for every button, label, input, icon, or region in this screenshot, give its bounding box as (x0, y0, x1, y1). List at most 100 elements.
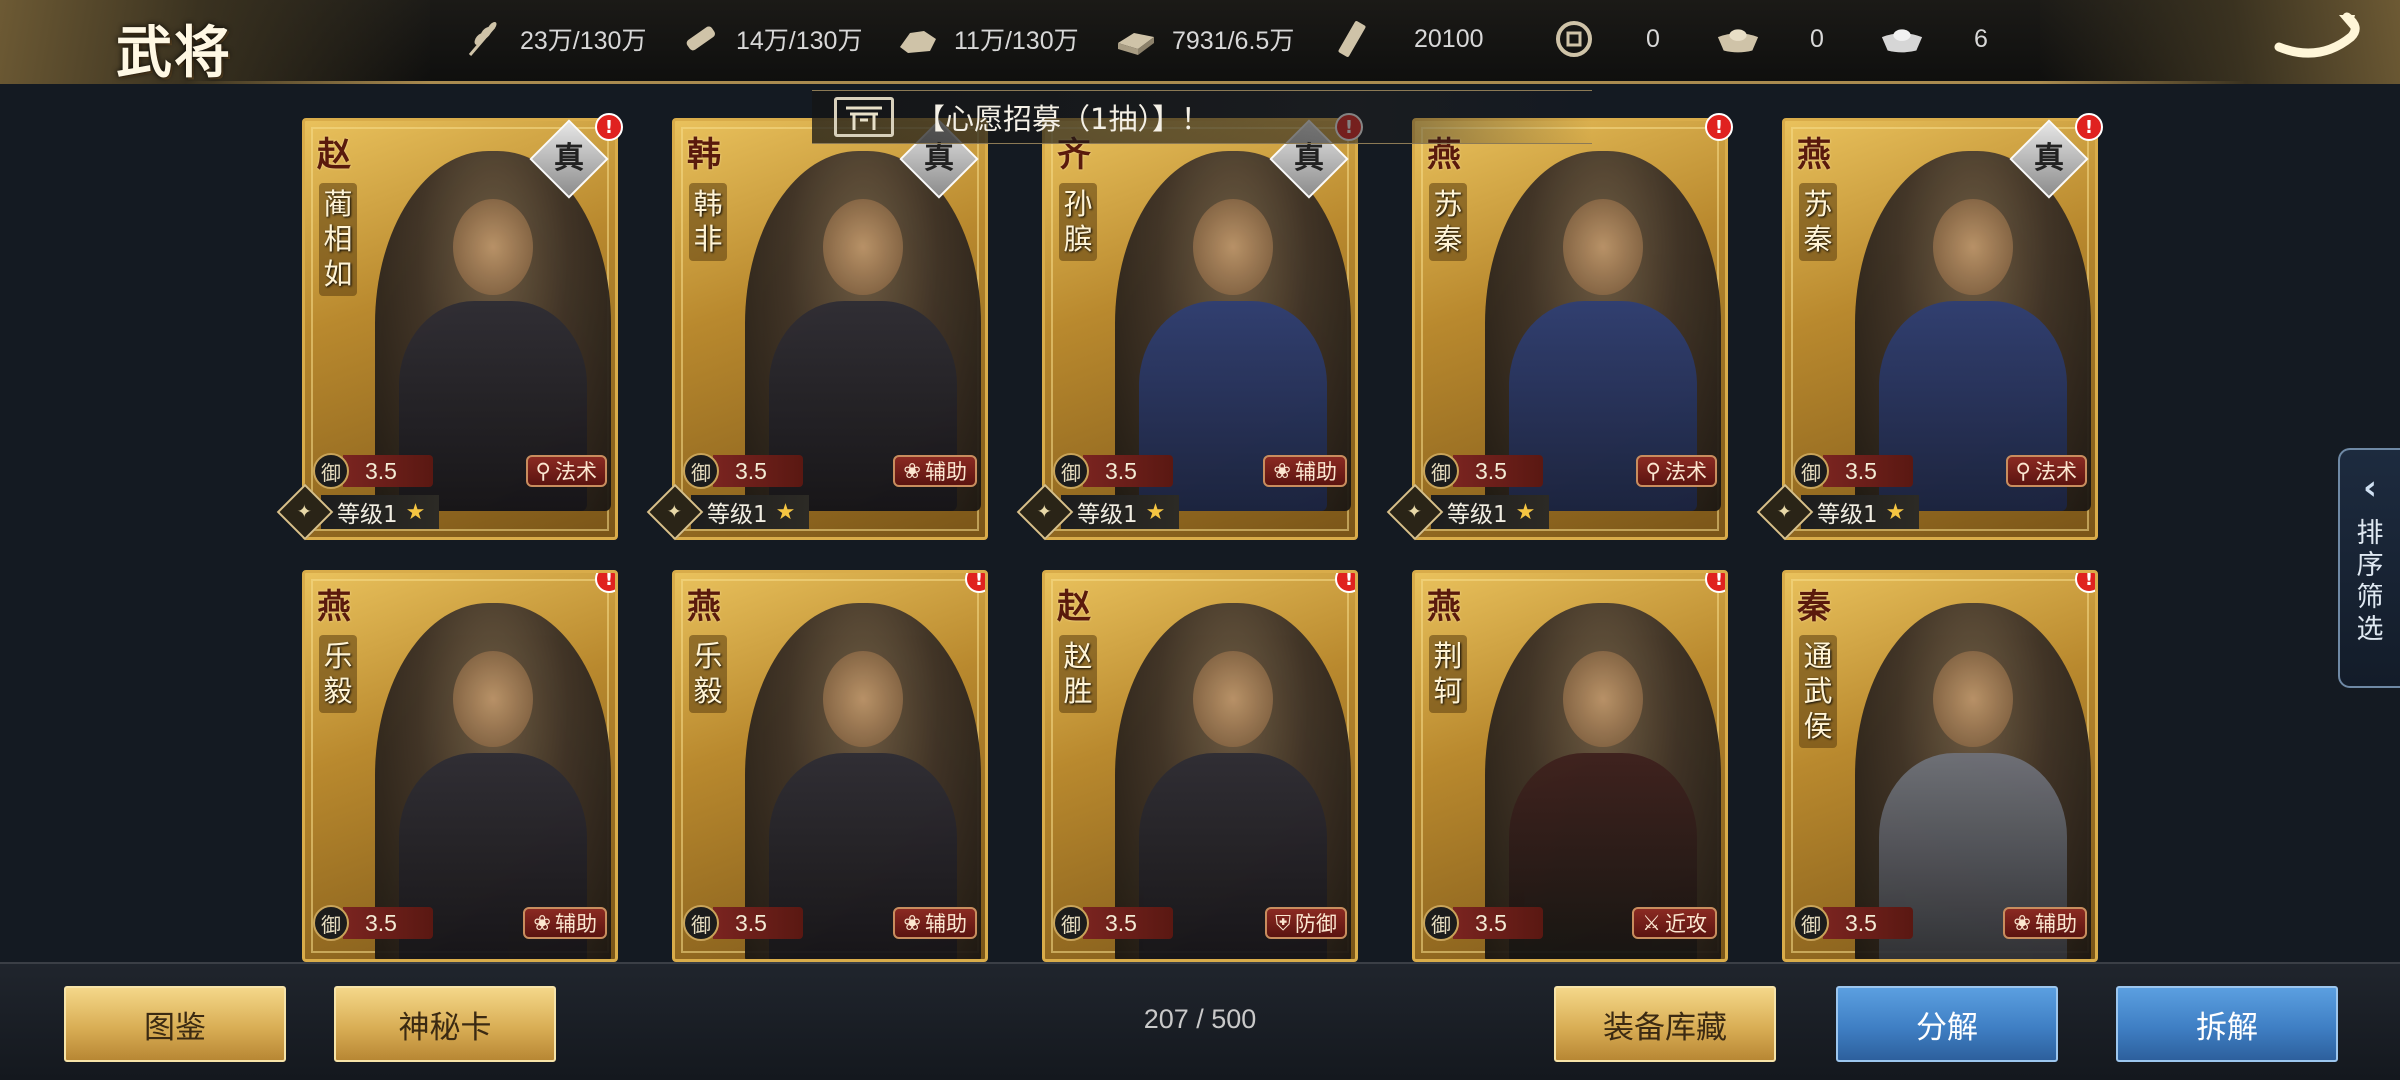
general-name: 乐毅 (689, 635, 727, 713)
rating-value: 3.5 (1083, 907, 1173, 939)
back-button[interactable] (2266, 10, 2372, 74)
general-card[interactable]: 赵蔺相如 真御 3.5 ⚲ 法术 ✦ 等级1 ★! (276, 113, 623, 541)
role-badge: ⚲ 法术 (525, 455, 607, 487)
recruit-notice-banner[interactable]: 【心愿招募（1抽）】！ (812, 90, 1592, 144)
silver-ingot-icon (1880, 17, 1924, 61)
role-icon: ❀ (903, 911, 921, 935)
role-icon: ❀ (1273, 459, 1291, 483)
general-card[interactable]: 齐孙膑真御3.5❀辅助✦等级1★! (1016, 113, 1363, 541)
role-label: 法术 (1665, 460, 1707, 484)
general-card[interactable]: 秦通武侯御 3.5 ❀ 辅助! (1782, 570, 2098, 962)
alert-badge-icon: ! (2075, 113, 2103, 141)
resource-grain[interactable]: 23万/130万 (462, 14, 646, 64)
role-label: 辅助 (925, 912, 967, 936)
gate-icon (834, 97, 894, 137)
level-label: 等级1 (1077, 502, 1138, 528)
codex-button[interactable]: 图鉴 (64, 986, 286, 1062)
rating-value: 3.5 (1823, 907, 1913, 939)
equipment-storage-button[interactable]: 装备库藏 (1554, 986, 1776, 1062)
general-name: 通武侯 (1799, 635, 1837, 748)
general-name: 孙膑 (1059, 183, 1097, 261)
rating-value: 3.5 (713, 455, 803, 487)
defense-rating: 御 3.5 (313, 905, 433, 941)
resource-iron[interactable]: 7931/6.5万 (1114, 14, 1294, 64)
dismantle-button[interactable]: 拆解 (2116, 986, 2338, 1062)
general-name: 赵胜 (1059, 635, 1097, 713)
defense-icon: 御 (1793, 905, 1829, 941)
role-label: 近攻 (1665, 912, 1707, 936)
role-label: 辅助 (925, 460, 967, 484)
star-icon: ★ (1515, 499, 1536, 525)
resource-gold-ingot[interactable]: 0 (1716, 14, 1824, 64)
true-badge-label: 真 (554, 141, 584, 176)
role-label: 法术 (555, 460, 597, 484)
chevron-left-icon: ‹ (2362, 468, 2377, 508)
defense-icon: 御 (1423, 905, 1459, 941)
general-name: 乐毅 (319, 635, 357, 713)
resource-value: 0 (1646, 24, 1660, 53)
decompose-button[interactable]: 分解 (1836, 986, 2058, 1062)
general-card[interactable]: 燕荆轲御 3.5 ⚔ 近攻! (1412, 570, 1728, 962)
state-label: 燕 (1427, 587, 1461, 627)
role-badge: ❀ 辅助 (893, 455, 977, 487)
general-card[interactable]: 赵赵胜御 3.5 ⛨ 防御! (1042, 570, 1358, 962)
defense-rating: 御 3.5 (683, 905, 803, 941)
back-arrow-icon (2271, 7, 2367, 77)
alert-badge-icon: ! (1705, 113, 1733, 141)
general-card[interactable]: 燕乐毅御 3.5 ❀ 辅助! (672, 570, 988, 962)
defense-icon: 御 (1053, 905, 1089, 941)
role-icon: ⛨ (1275, 910, 1291, 935)
level-row: ✦ 等级1 ★ (276, 483, 521, 541)
state-label: 赵 (317, 135, 351, 175)
resource-silver-ingot[interactable]: 6 (1880, 14, 1988, 64)
defense-rating: 御 3.5 (1793, 453, 1913, 489)
defense-rating: 御 3.5 (683, 453, 803, 489)
role-label: 辅助 (1295, 460, 1337, 484)
role-icon: ❀ (533, 911, 551, 935)
rating-value: 3.5 (1083, 455, 1173, 487)
mystery-card-button[interactable]: 神秘卡 (334, 986, 556, 1062)
role-badge: ⚲ 法术 (2005, 455, 2087, 487)
resource-wood[interactable]: 14万/130万 (678, 14, 862, 64)
state-label: 燕 (317, 587, 351, 627)
resource-value: 20100 (1414, 24, 1484, 53)
page-title: 武将 (116, 20, 232, 86)
general-name: 苏秦 (1799, 183, 1837, 261)
rating-value: 3.5 (713, 907, 803, 939)
resource-value: 0 (1810, 24, 1824, 53)
defense-rating: 御 3.5 (313, 453, 433, 489)
general-name: 荆轲 (1429, 635, 1467, 713)
resource-copper-coin[interactable]: 0 (1552, 14, 1660, 64)
state-label: 燕 (687, 587, 721, 627)
resource-command-token[interactable]: 20100 (1330, 14, 1484, 64)
role-badge: ⛨ 防御 (1265, 907, 1347, 939)
general-card[interactable]: 燕乐毅御 3.5 ❀ 辅助! (302, 570, 618, 962)
level-label: 等级1 (337, 502, 398, 528)
level-row: ✦ 等级1 ★ (1386, 483, 1631, 541)
general-name: 韩非 (689, 183, 727, 261)
role-icon: ❀ (2013, 911, 2031, 935)
general-card[interactable]: 燕苏秦御 3.5 ⚲ 法术 ✦ 等级1 ★! (1386, 113, 1733, 541)
sort-filter-label: 排序筛选 (2356, 518, 2384, 645)
resource-value: 14万/130万 (736, 27, 863, 55)
notice-text: 【心愿招募（1抽）】！ (916, 102, 1210, 136)
true-badge-label: 真 (2034, 141, 2064, 176)
defense-rating: 御 3.5 (1053, 905, 1173, 941)
general-name: 蔺相如 (319, 183, 357, 296)
resource-stone[interactable]: 11万/130万 (896, 14, 1079, 64)
state-label: 燕 (1797, 135, 1831, 175)
defense-icon: 御 (1053, 453, 1089, 489)
role-icon: ⚔ (1642, 911, 1661, 935)
defense-rating: 御 3.5 (1423, 453, 1543, 489)
state-label: 赵 (1057, 587, 1091, 627)
resource-value: 7931/6.5万 (1172, 27, 1295, 55)
star-icon: ★ (775, 499, 796, 525)
general-card[interactable]: 燕苏秦 真御 3.5 ⚲ 法术 ✦ 等级1 ★! (1756, 113, 2103, 541)
role-badge: ❀ 辅助 (2003, 907, 2087, 939)
general-card[interactable]: 韩韩非真御 3.5 ❀ 辅助 ✦ 等级1 ★ (646, 118, 988, 541)
top-bar: 武将 23万/130万 14万/130万 11万/130万 7931/6.5万 … (0, 0, 2400, 86)
class-emblem-icon: ✦ (1386, 483, 1444, 541)
star-icon: ★ (1885, 499, 1906, 525)
sort-filter-tab[interactable]: ‹ 排序筛选 (2338, 448, 2400, 688)
rating-value: 3.5 (1453, 907, 1543, 939)
